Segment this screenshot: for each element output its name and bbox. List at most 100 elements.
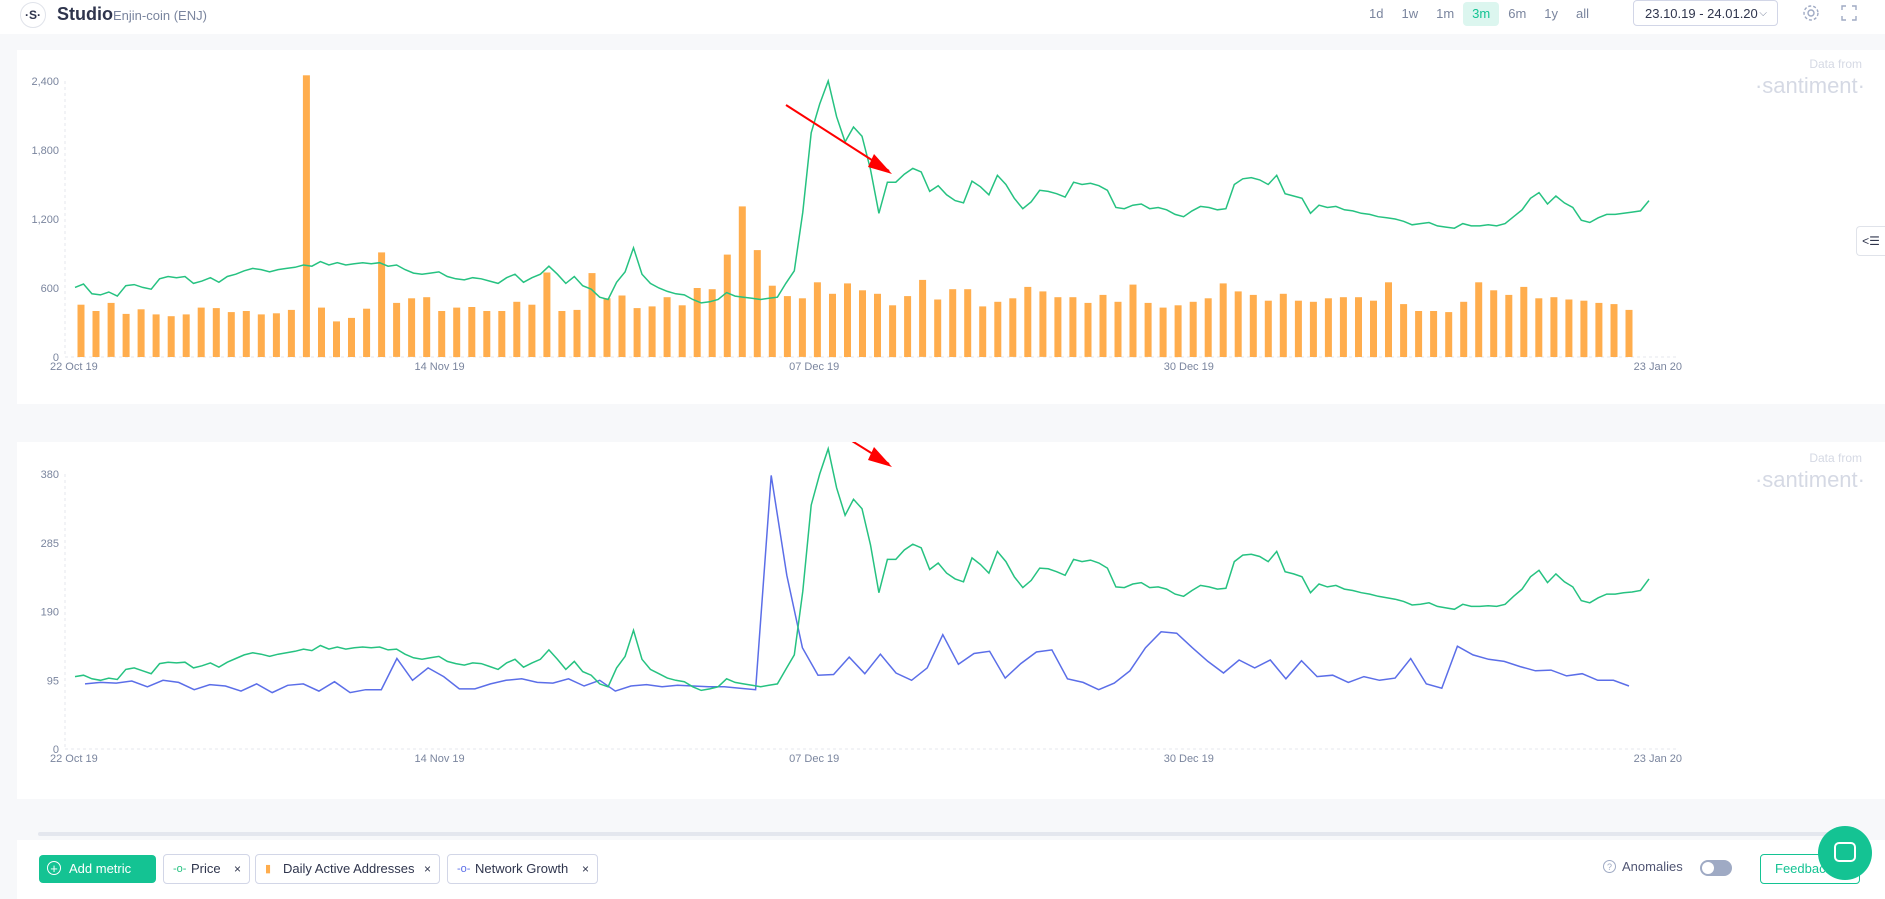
add-metric-button[interactable]: + Add metric (39, 855, 156, 883)
daa-bar[interactable] (603, 298, 611, 357)
daa-bar[interactable] (1610, 304, 1618, 357)
daa-bar[interactable] (1309, 301, 1317, 357)
price-series-line[interactable] (74, 78, 1650, 304)
daa-bar[interactable] (528, 304, 536, 357)
daa-bar[interactable] (708, 289, 716, 357)
daa-bar[interactable] (813, 282, 821, 358)
daa-bar[interactable] (393, 302, 401, 357)
daa-bar[interactable] (964, 289, 972, 357)
daa-bar[interactable] (1385, 282, 1392, 358)
daa-bar[interactable] (874, 293, 881, 358)
timeline-scrollbar[interactable] (38, 832, 1848, 836)
daa-bar[interactable] (693, 288, 701, 357)
daa-bar[interactable] (859, 290, 866, 357)
daa-bar[interactable] (152, 314, 160, 357)
daa-bar[interactable] (1565, 299, 1573, 358)
range-1d[interactable]: 1d (1360, 2, 1392, 26)
daa-bar[interactable] (1415, 311, 1423, 357)
daa-bar[interactable] (318, 307, 325, 358)
range-1w[interactable]: 1w (1392, 2, 1427, 26)
daa-bar[interactable] (919, 279, 927, 357)
daa-bar[interactable] (1249, 294, 1257, 357)
daa-bar[interactable] (272, 313, 280, 357)
daa-bar[interactable] (1084, 302, 1092, 357)
daa-bar[interactable] (483, 311, 491, 357)
santiment-logo[interactable]: ·S· (20, 2, 46, 28)
daa-bar[interactable] (723, 254, 731, 357)
daa-bar[interactable] (287, 309, 295, 357)
daa-bar[interactable] (1174, 305, 1182, 358)
daa-bar[interactable] (648, 306, 656, 357)
daa-bar[interactable] (107, 302, 115, 357)
daa-bar[interactable] (1159, 307, 1167, 358)
sidebar-toggle-icon[interactable]: <☰ (1856, 226, 1885, 256)
daa-bar[interactable] (92, 311, 100, 357)
daa-bar[interactable] (1264, 300, 1272, 358)
daa-bar[interactable] (738, 206, 746, 357)
daa-bar[interactable] (1430, 311, 1438, 357)
daa-bar[interactable] (588, 273, 596, 357)
daa-bar[interactable] (1234, 291, 1242, 357)
daa-bar[interactable] (453, 307, 461, 358)
daa-bar[interactable] (498, 311, 506, 357)
daa-bar[interactable] (1445, 312, 1453, 357)
daa-bar[interactable] (378, 252, 386, 357)
daa-bar[interactable] (1370, 300, 1377, 358)
daa-bar[interactable] (1355, 297, 1362, 357)
daa-bar[interactable] (904, 296, 912, 357)
daa-bar[interactable] (302, 75, 310, 358)
daa-bar[interactable] (77, 304, 85, 357)
daa-bar[interactable] (1595, 302, 1603, 357)
daa-bar[interactable] (1505, 294, 1513, 357)
help-icon[interactable]: ? (1603, 860, 1616, 873)
daa-bar[interactable] (1535, 298, 1543, 357)
daa-bar[interactable] (348, 317, 355, 357)
daa-bar[interactable] (934, 299, 942, 358)
daa-bar[interactable] (1520, 286, 1528, 357)
daa-bar[interactable] (468, 307, 476, 357)
daa-bar[interactable] (1294, 300, 1302, 358)
close-icon[interactable]: × (582, 855, 589, 883)
daa-bar[interactable] (363, 308, 371, 357)
daa-bar[interactable] (1324, 298, 1332, 357)
fullscreen-icon[interactable] (1838, 2, 1860, 24)
range-3m[interactable]: 3m (1463, 2, 1500, 26)
chart-panel-price-daa[interactable]: 0 600 1,200 1,800 2,400 22 Oct 19 14 Nov 19 07… (17, 50, 1885, 404)
daa-bar[interactable] (1009, 298, 1017, 357)
range-all[interactable]: all (1567, 2, 1598, 26)
chart-1[interactable]: 06001,2001,8002,400 22 Oct 19 14 Nov 19 07… (17, 50, 1885, 404)
range-6m[interactable]: 6m (1499, 2, 1535, 26)
daa-bar[interactable] (257, 314, 265, 357)
daa-bar[interactable] (844, 283, 851, 357)
daa-bar[interactable] (768, 285, 776, 357)
daa-bar[interactable] (182, 314, 190, 357)
daa-bar[interactable] (1069, 297, 1077, 357)
asset-subtitle[interactable]: Enjin-coin (ENJ) (113, 8, 207, 23)
settings-icon[interactable] (1800, 2, 1822, 24)
daa-bar[interactable] (513, 301, 521, 357)
daa-bar[interactable] (1339, 297, 1347, 357)
daa-bar[interactable] (1054, 297, 1062, 357)
range-1y[interactable]: 1y (1535, 2, 1567, 26)
daa-bar[interactable] (1490, 290, 1498, 357)
chart-2[interactable]: 095190285380 22 Oct 19 14 Nov 19 07 Dec 19… (17, 442, 1885, 799)
daa-bar[interactable] (753, 250, 761, 358)
daa-bar[interactable] (558, 311, 566, 357)
daa-bar[interactable] (783, 296, 791, 357)
date-range-picker[interactable]: 23.10.19 - 24.01.20 ⌵ (1633, 0, 1778, 26)
daa-bar[interactable] (438, 311, 446, 357)
daa-bar[interactable] (1460, 301, 1468, 357)
daa-bar[interactable] (1400, 304, 1408, 357)
chat-launcher-button[interactable] (1818, 826, 1872, 880)
daa-bar[interactable] (122, 313, 130, 357)
daa-bar[interactable] (1279, 293, 1287, 358)
daa-bar[interactable] (227, 312, 235, 357)
daa-bar[interactable] (949, 289, 957, 357)
daa-bar[interactable] (408, 298, 416, 357)
daa-bar[interactable] (678, 305, 686, 358)
daa-bar[interactable] (167, 316, 175, 357)
daa-bar[interactable] (1144, 302, 1152, 357)
daa-bar[interactable] (197, 307, 205, 358)
metric-chip-price[interactable]: -o- Price × (163, 854, 250, 884)
daa-bar[interactable] (137, 309, 145, 357)
